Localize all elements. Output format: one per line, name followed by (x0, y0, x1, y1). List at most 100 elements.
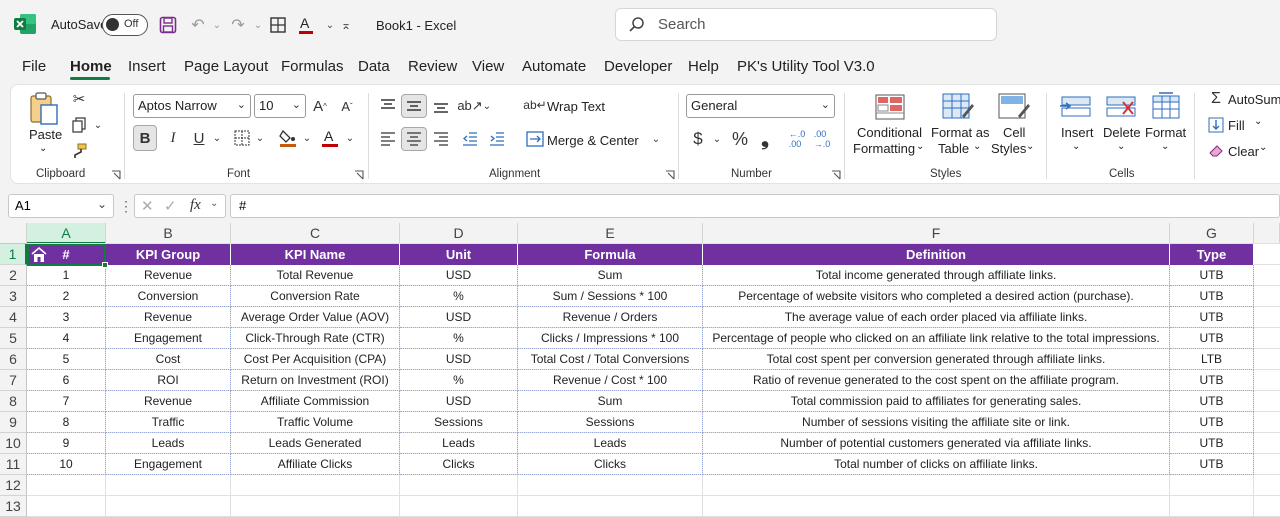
decrease-font-size-icon[interactable]: Aˇ (336, 95, 358, 117)
tab-formulas[interactable]: Formulas (281, 58, 344, 75)
column-header-b[interactable]: B (106, 223, 231, 244)
column-header-f[interactable]: F (703, 223, 1170, 244)
row-header-2[interactable]: 2 (0, 265, 27, 286)
font-color-qa-icon[interactable]: A (294, 13, 318, 37)
table-cell[interactable]: 6 (27, 370, 106, 391)
table-cell[interactable]: UTB (1170, 454, 1254, 475)
paste-icon[interactable] (27, 91, 61, 127)
table-cell[interactable]: UTB (1170, 328, 1254, 349)
table-cell[interactable]: Sessions (518, 412, 703, 433)
decrease-decimal-icon[interactable]: .00 →.0 (811, 127, 833, 151)
table-cell[interactable]: Conversion (106, 286, 231, 307)
table-cell[interactable]: Sum / Sessions * 100 (518, 286, 703, 307)
increase-font-size-icon[interactable]: A ^ (309, 95, 331, 117)
table-cell[interactable]: Cost (106, 349, 231, 370)
row-header-9[interactable]: 9 (0, 412, 27, 433)
conditional-formatting-icon[interactable] (873, 91, 907, 123)
row-header-4[interactable]: 4 (0, 307, 27, 328)
orientation-dropdown-icon[interactable]: ⌄ (481, 94, 493, 118)
table-cell[interactable]: Revenue (106, 265, 231, 286)
clipboard-launcher-icon[interactable] (111, 170, 121, 180)
table-cell[interactable]: Sum (518, 265, 703, 286)
table-cell[interactable]: Percentage of website visitors who compl… (703, 286, 1170, 307)
alignment-launcher-icon[interactable] (665, 170, 675, 180)
format-as-table-button[interactable]: Format as (931, 125, 990, 140)
table-cell[interactable]: Sessions (400, 412, 518, 433)
tab-view[interactable]: View (472, 58, 504, 75)
currency-button[interactable]: $ (688, 127, 708, 151)
table-cell[interactable]: Revenue / Orders (518, 307, 703, 328)
table-cell[interactable]: Total Revenue (231, 265, 400, 286)
more-options-icon[interactable]: ⋮ (119, 198, 133, 215)
borders-icon[interactable] (231, 127, 253, 149)
table-cell[interactable]: Click-Through Rate (CTR) (231, 328, 400, 349)
table-cell[interactable]: Total number of clicks on affiliate link… (703, 454, 1170, 475)
table-cell[interactable]: UTB (1170, 265, 1254, 286)
table-cell[interactable]: Total commission paid to affiliates for … (703, 391, 1170, 412)
row-header-10[interactable]: 10 (0, 433, 27, 454)
table-cell[interactable]: Leads (400, 433, 518, 454)
font-size-select[interactable]: 10 ⌄ (254, 94, 306, 118)
cell-styles-button[interactable]: Cell (1003, 125, 1025, 140)
fill-color-dropdown-icon[interactable]: ⌄ (301, 125, 313, 151)
delete-cells-icon[interactable] (1104, 91, 1138, 123)
table-cell[interactable]: UTB (1170, 370, 1254, 391)
save-icon[interactable] (156, 13, 180, 37)
row-header-11[interactable]: 11 (0, 454, 27, 475)
table-cell[interactable]: USD (400, 391, 518, 412)
delete-cells-button[interactable]: Delete (1103, 125, 1141, 140)
underline-button[interactable]: U (187, 125, 211, 151)
table-cell[interactable]: Conversion Rate (231, 286, 400, 307)
row-header-6[interactable]: 6 (0, 349, 27, 370)
column-header-g[interactable]: G (1170, 223, 1254, 244)
table-cell[interactable]: Revenue (106, 391, 231, 412)
tab-developer[interactable]: Developer (604, 58, 672, 75)
fill-color-icon[interactable] (277, 125, 299, 151)
table-cell[interactable]: UTB (1170, 433, 1254, 454)
row-header-12[interactable]: 12 (0, 475, 27, 496)
table-cell[interactable]: Affiliate Clicks (231, 454, 400, 475)
table-cell[interactable]: Average Order Value (AOV) (231, 307, 400, 328)
table-header-cell[interactable]: KPI Group (106, 244, 231, 265)
insert-function-icon[interactable]: fx (190, 197, 201, 214)
insert-cells-button[interactable]: Insert (1061, 125, 1094, 140)
column-header-a[interactable]: A (27, 223, 106, 244)
table-cell[interactable]: Cost Per Acquisition (CPA) (231, 349, 400, 370)
table-header-cell[interactable]: Formula (518, 244, 703, 265)
paste-dropdown-icon[interactable]: ⌄ (39, 143, 47, 154)
autosum-icon[interactable]: Σ (1207, 89, 1225, 109)
tab-automate[interactable]: Automate (522, 58, 586, 75)
tab-help[interactable]: Help (688, 58, 719, 75)
bold-button[interactable]: B (133, 125, 157, 151)
table-cell[interactable]: 7 (27, 391, 106, 412)
cell-styles-button-line2[interactable]: Styles (991, 141, 1026, 156)
table-cell[interactable]: 8 (27, 412, 106, 433)
table-cell[interactable]: Total cost spent per conversion generate… (703, 349, 1170, 370)
merge-dropdown-icon[interactable]: ⌄ (649, 129, 663, 149)
currency-dropdown-icon[interactable]: ⌄ (710, 127, 724, 151)
table-cell[interactable]: % (400, 370, 518, 391)
borders-icon[interactable] (266, 13, 290, 37)
row-header-3[interactable]: 3 (0, 286, 27, 307)
table-cell[interactable]: Return on Investment (ROI) (231, 370, 400, 391)
table-cell[interactable]: 9 (27, 433, 106, 454)
align-left-icon[interactable] (376, 127, 400, 151)
table-cell[interactable]: Revenue (106, 307, 231, 328)
number-launcher-icon[interactable] (831, 170, 841, 180)
table-cell[interactable]: Traffic (106, 412, 231, 433)
table-cell[interactable]: ROI (106, 370, 231, 391)
cut-icon[interactable]: ✂ (69, 89, 89, 109)
merge-center-button[interactable]: Merge & Center (547, 133, 639, 148)
customize-toolbar-icon[interactable]: ⌅ (334, 13, 358, 37)
align-right-icon[interactable] (429, 127, 453, 151)
table-cell[interactable]: USD (400, 265, 518, 286)
wrap-text-button[interactable]: Wrap Text (547, 99, 605, 114)
italic-button[interactable]: I (161, 125, 185, 151)
align-middle-icon[interactable] (401, 94, 427, 118)
table-cell[interactable]: UTB (1170, 307, 1254, 328)
format-as-table-button-line2[interactable]: Table (938, 141, 969, 156)
column-header-c[interactable]: C (231, 223, 400, 244)
row-header-1[interactable]: 1 (0, 244, 27, 265)
table-cell[interactable]: Total income generated through affiliate… (703, 265, 1170, 286)
select-all-corner[interactable] (0, 223, 27, 244)
